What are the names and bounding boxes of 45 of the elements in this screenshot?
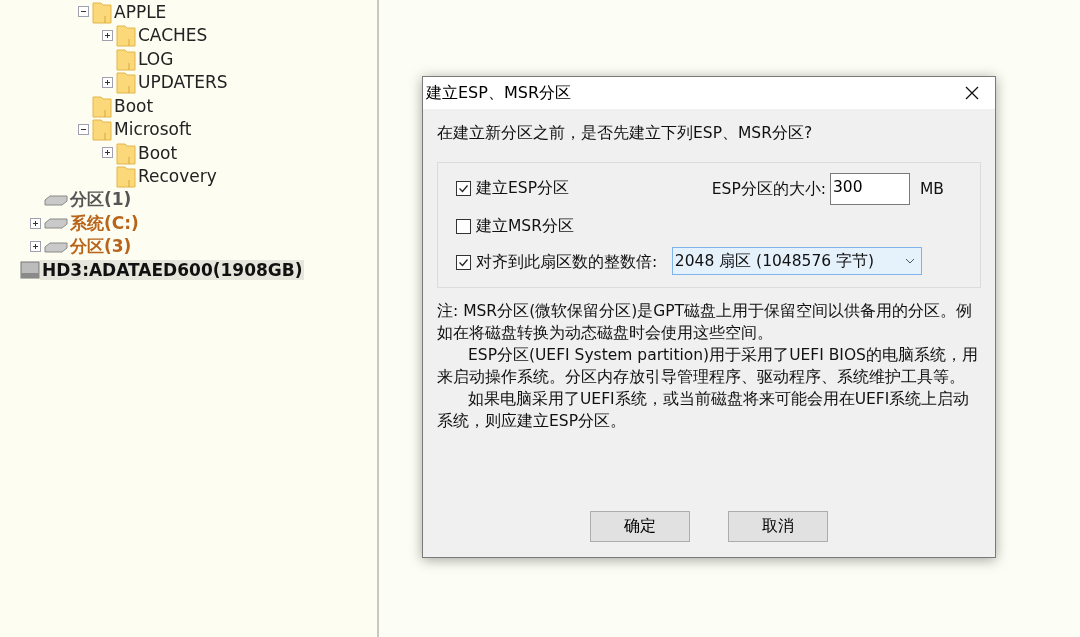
expand-icon[interactable] — [102, 76, 113, 88]
folder-icon — [116, 140, 136, 165]
cancel-button[interactable]: 取消 — [728, 511, 828, 542]
close-icon — [965, 86, 979, 100]
folder-icon — [92, 93, 112, 118]
alignment-dropdown[interactable]: 2048 扇区 (1048576 字节) — [671, 247, 922, 275]
tree-item[interactable]: Microsoft — [112, 119, 194, 140]
folder-icon — [92, 0, 112, 24]
caret-icon — [904, 258, 915, 264]
collapse-icon[interactable] — [78, 123, 89, 135]
checkbox[interactable]: 建立ESP分区 — [456, 173, 712, 203]
tree-item[interactable]: LOG — [136, 48, 176, 69]
tree-item[interactable]: CACHES — [136, 25, 210, 46]
tree-item[interactable]: Boot — [136, 142, 180, 163]
tree-item[interactable]: Recovery — [136, 166, 219, 187]
tree-item[interactable]: UPDATERS — [136, 72, 230, 93]
collapse-icon[interactable] — [78, 6, 89, 18]
expand-icon[interactable] — [102, 147, 113, 159]
drive-icon — [44, 217, 68, 230]
note-paragraph: 如果电脑采用了UEFI系统，或当前磁盘将来可能会用在UEFI系统上启动系统，则应建立ESP分区。 — [437, 389, 971, 432]
expand-icon[interactable] — [30, 217, 41, 229]
expand-icon[interactable] — [30, 241, 41, 253]
folder-icon — [116, 23, 136, 48]
note-paragraph: ESP分区(UEFI System partition)用于采用了UEFI BIOS的电脑系统，用来启动操作系统。分区内存放引导管理程序、驱动程序、系统维护工具等。 — [437, 345, 979, 388]
question-text: 在建立新分区之前，是否先建立下列ESP、MSR分区? — [437, 123, 814, 144]
tree-item[interactable]: HD3:ADATAED600(1908GB) — [40, 260, 305, 281]
size-label: ESP分区的大小: — [711, 178, 826, 200]
unit-label: MB — [920, 180, 945, 198]
tree-item[interactable]: Boot — [112, 95, 156, 116]
tree-item[interactable]: APPLE — [112, 1, 169, 22]
tree-item[interactable]: 分区(3) — [68, 235, 134, 259]
tree-item[interactable]: 分区(1) — [68, 188, 134, 212]
size-field[interactable]: 300 — [830, 173, 910, 205]
note-paragraph: 注: MSR分区(微软保留分区)是GPT磁盘上用于保留空间以供备用的分区。例如在将磁盘转换为动态磁盘时会使用这些空间。 — [437, 301, 974, 344]
folder-icon — [116, 46, 136, 71]
tree-item[interactable]: 系统(C:) — [68, 211, 141, 235]
folder-icon — [116, 164, 136, 189]
drive-icon — [44, 240, 68, 253]
drive-icon — [44, 193, 68, 206]
folder-icon — [92, 117, 112, 142]
expand-icon[interactable] — [102, 29, 113, 41]
ok-button[interactable]: 确定 — [590, 511, 690, 542]
folder-icon — [116, 70, 136, 95]
dialog-title: 建立ESP、MSR分区 — [426, 82, 571, 104]
checkbox[interactable]: 建立MSR分区 — [456, 211, 712, 241]
